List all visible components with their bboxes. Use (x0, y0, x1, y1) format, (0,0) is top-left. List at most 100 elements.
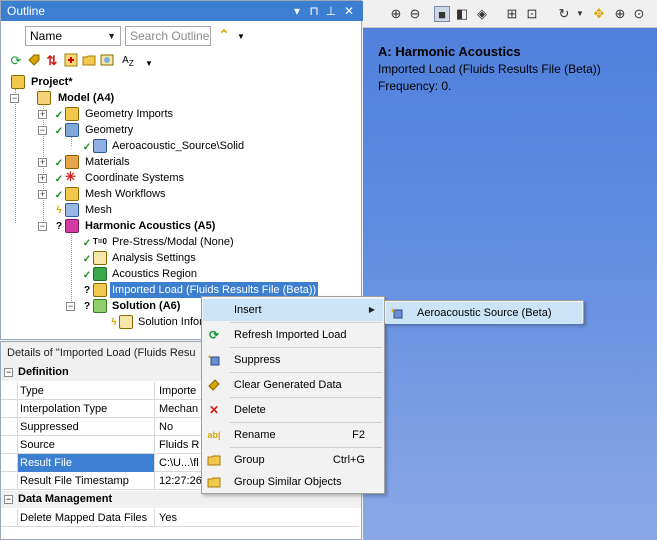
pin-icon[interactable]: ⊥ (323, 3, 339, 19)
dropdown-icon[interactable]: ▾ (289, 3, 305, 19)
expand-icon[interactable]: + (38, 158, 47, 167)
question-status-icon: ? (83, 301, 91, 312)
zoom-fit-icon[interactable]: ⊙ (631, 6, 647, 22)
rotate-options-chevron-icon[interactable]: ▼ (572, 6, 588, 22)
context-menu: Insert ▶ ⟳ Refresh Imported Load ✦ Suppr… (201, 296, 385, 494)
tree-item-acoustics-region[interactable]: ✓ Acoustics Region (1, 266, 361, 282)
mesh-workflows-icon (65, 187, 79, 201)
tree-item-materials[interactable]: + ✓ Materials (1, 154, 361, 170)
outline-title: Outline (7, 4, 46, 18)
shaded-edges-icon[interactable]: ◧ (454, 6, 470, 22)
menu-item-aeroacoustic-source[interactable]: ✦ Aeroacoustic Source (Beta) (386, 302, 582, 324)
collapse-icon[interactable]: − (4, 495, 13, 504)
search-placeholder: Search Outline (130, 29, 210, 43)
question-status-icon: ? (83, 285, 91, 296)
pan-icon[interactable]: ✥ (591, 6, 607, 22)
check-status-icon: ✓ (54, 190, 64, 201)
search-outline-input[interactable]: Search Outline (125, 26, 211, 46)
question-status-icon: ? (55, 221, 63, 232)
analysis-settings-icon (93, 251, 107, 265)
delete-icon: ✕ (208, 403, 220, 417)
collapse-icon[interactable]: − (4, 368, 13, 377)
zoom-box-icon[interactable]: ⊕ (612, 6, 628, 22)
project-icon (11, 75, 25, 89)
tree-item-coordinate-systems[interactable]: + ✓ ✳ Coordinate Systems (1, 170, 361, 186)
graphics-toolbar: ⊕ ⊖ ■ ◧ ◈ ⊞ ⊡ ↻ ▼ ✥ ⊕ ⊙ (363, 0, 657, 28)
property-row-delete-mapped-data-files[interactable]: Delete Mapped Data Files Yes (1, 509, 359, 527)
outline-toolbar: ⟳ ⇅ AZ ▼ (1, 50, 361, 72)
select-mode-icon[interactable]: ⊞ (504, 6, 520, 22)
menu-item-rename[interactable]: ab| Rename F2 (203, 424, 383, 446)
search-options-chevron-icon[interactable]: ▼ (233, 29, 249, 45)
check-status-icon: ✓ (54, 110, 64, 121)
collapse-icon[interactable]: − (38, 222, 47, 231)
chevron-down-icon: ▼ (107, 31, 116, 41)
refresh-icon: ⟳ (208, 328, 220, 342)
folder-icon (207, 475, 221, 489)
folder-icon[interactable] (81, 53, 97, 69)
solid-shaded-icon[interactable]: ■ (434, 6, 450, 22)
name-filter-combo[interactable]: Name ▼ (25, 26, 121, 46)
tree-item-prestress[interactable]: ✓ T=0 Pre-Stress/Modal (None) (1, 234, 361, 250)
search-up-icon[interactable]: ⌃ (216, 27, 232, 43)
eraser-icon (207, 378, 221, 392)
lightning-status-icon: ϟ (111, 317, 117, 328)
sort-icon[interactable]: ⇅ (44, 53, 60, 69)
tree-item-harmonic-acoustics[interactable]: − ? Harmonic Acoustics (A5) (1, 218, 361, 234)
collapse-icon[interactable]: − (38, 126, 47, 135)
check-status-icon: ✓ (54, 174, 64, 185)
model-icon (37, 91, 51, 105)
sort-alpha-icon[interactable]: AZ (117, 53, 139, 69)
tree-item-geometry-imports[interactable]: + ✓ Geometry Imports (1, 106, 361, 122)
wireframe-icon[interactable]: ◈ (474, 6, 490, 22)
geometry-icon (65, 123, 79, 137)
tree-item-model[interactable]: − Model (A4) (1, 90, 361, 106)
menu-item-suppress[interactable]: ✦ Suppress (203, 349, 383, 371)
close-icon[interactable]: ✕ (341, 3, 357, 19)
acoustics-region-icon (93, 267, 107, 281)
graphics-heading: A: Harmonic Acoustics (378, 44, 521, 59)
check-status-icon: ✓ (82, 142, 92, 153)
graphics-frequency: Frequency: 0. (378, 79, 452, 93)
tree-item-mesh-workflows[interactable]: + ✓ Mesh Workflows (1, 186, 361, 202)
aeroacoustic-source-icon: ✦ (390, 306, 404, 320)
dock-icon[interactable]: ⊓ (306, 3, 322, 19)
check-status-icon: ✓ (82, 254, 92, 265)
rename-icon: ab| (207, 430, 221, 440)
refresh-icon[interactable]: ⟳ (8, 53, 24, 69)
rotate-icon[interactable]: ↻ (556, 6, 572, 22)
solution-icon (93, 299, 107, 313)
menu-item-group-similar-objects[interactable]: Group Similar Objects (203, 471, 383, 493)
tree-item-mesh[interactable]: ϟ Mesh (1, 202, 361, 218)
zoom-out-icon[interactable]: ⊖ (407, 6, 423, 22)
menu-item-insert[interactable]: Insert ▶ (203, 299, 383, 321)
menu-item-clear-generated-data[interactable]: Clear Generated Data (203, 374, 383, 396)
tree-item-solid[interactable]: ✓ Aeroacoustic_Source\Solid (1, 138, 361, 154)
menu-item-refresh-imported-load[interactable]: ⟳ Refresh Imported Load (203, 324, 383, 346)
expand-icon[interactable]: + (38, 174, 47, 183)
collapse-icon[interactable]: − (66, 302, 75, 311)
sort-options-chevron-icon[interactable]: ▼ (141, 56, 157, 72)
submenu-arrow-icon: ▶ (368, 305, 375, 314)
check-status-icon: ✓ (54, 158, 64, 169)
materials-icon (65, 155, 79, 169)
collapse-icon[interactable]: − (10, 94, 19, 103)
name-filter-value: Name (30, 29, 63, 43)
svg-text:✦: ✦ (390, 307, 396, 315)
add-icon[interactable] (63, 53, 79, 69)
coordinate-systems-icon: ✳ (65, 169, 76, 184)
expand-icon[interactable]: + (38, 110, 47, 119)
box-select-icon[interactable]: ⊡ (524, 6, 540, 22)
check-status-icon: ✓ (82, 238, 92, 249)
tree-item-analysis-settings[interactable]: ✓ Analysis Settings (1, 250, 361, 266)
zoom-in-icon[interactable]: ⊕ (388, 6, 404, 22)
image-icon[interactable] (99, 53, 115, 69)
expand-icon[interactable]: + (38, 190, 47, 199)
check-status-icon: ✓ (54, 126, 64, 137)
menu-item-delete[interactable]: ✕ Delete (203, 399, 383, 421)
tag-icon[interactable] (26, 53, 42, 69)
menu-item-group[interactable]: Group Ctrl+G (203, 449, 383, 471)
tree-item-geometry[interactable]: − ✓ Geometry (1, 122, 361, 138)
tree-item-project[interactable]: Project* (1, 74, 361, 90)
mesh-icon (65, 203, 79, 217)
